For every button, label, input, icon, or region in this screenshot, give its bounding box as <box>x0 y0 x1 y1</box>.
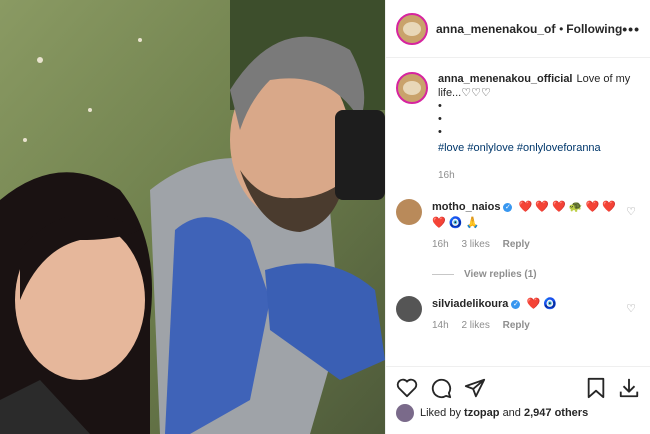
commenter-username[interactable]: silviadelikoura <box>432 298 508 310</box>
commenter-avatar[interactable] <box>396 296 422 322</box>
caption-dots: • • • <box>438 100 640 139</box>
reply-button[interactable]: Reply <box>503 320 530 331</box>
commenter-username[interactable]: motho_naios <box>432 201 500 213</box>
likes-summary[interactable]: Liked by tzopap and 2,947 others <box>396 404 588 422</box>
action-bar <box>386 366 650 399</box>
liker-username[interactable]: tzopap <box>464 407 499 419</box>
likes-middle: and <box>502 407 521 419</box>
post-header: anna_menenakou_offic • Following ••• <box>386 0 650 58</box>
post-photo[interactable] <box>0 0 385 434</box>
commenter-avatar[interactable] <box>396 199 422 225</box>
caption-hashtags[interactable]: #love #onlylove #onlyloveforanna <box>438 141 640 155</box>
comment-time[interactable]: 14h <box>432 320 449 331</box>
share-icon[interactable] <box>464 377 486 399</box>
verified-badge-icon: ✓ <box>511 299 521 309</box>
liker-avatar[interactable] <box>396 404 414 422</box>
verified-badge-icon: ✓ <box>503 202 513 212</box>
caption-username[interactable]: anna_menenakou_official <box>438 73 573 85</box>
caption-dot: • <box>438 100 442 112</box>
caption-time[interactable]: 16h <box>438 169 640 183</box>
comment-item: silviadelikoura ✓ ❤️ 🧿 14h 2 likes Reply … <box>396 296 640 334</box>
comment-text: ❤️ 🧿 <box>526 298 557 310</box>
comment-body: silviadelikoura ✓ ❤️ 🧿 14h 2 likes Reply <box>432 296 581 334</box>
reply-button[interactable]: Reply <box>503 239 530 250</box>
comment-icon[interactable] <box>430 377 452 399</box>
caption-dot: • <box>438 126 442 138</box>
comment-meta: 14h 2 likes Reply <box>432 318 557 334</box>
post-sidebar: anna_menenakou_offic • Following ••• ann… <box>385 0 650 434</box>
more-options-icon[interactable]: ••• <box>622 21 640 37</box>
heart-icon[interactable] <box>396 378 418 398</box>
comment-time[interactable]: 16h <box>432 239 449 250</box>
instagram-post: anna_menenakou_offic • Following ••• ann… <box>0 0 650 434</box>
comments-section: anna_menenakou_official Love of my life..… <box>386 58 650 334</box>
comment-likes[interactable]: 3 likes <box>461 239 489 250</box>
post-image <box>0 0 385 434</box>
likes-prefix: Liked by <box>420 407 461 419</box>
following-button[interactable]: Following <box>566 22 622 36</box>
bookmark-icon[interactable] <box>586 377 606 399</box>
view-replies-button[interactable]: View replies (1) <box>432 269 640 280</box>
comment-item: motho_naios ✓ ❤️ ❤️ ❤️ 🐢 ❤️ ❤️ ❤️ 🧿 🙏 16h… <box>396 199 640 253</box>
caption-avatar[interactable] <box>396 72 428 104</box>
comment-like-heart-icon[interactable]: ♡ <box>626 302 636 315</box>
author-username[interactable]: anna_menenakou_offic <box>436 22 556 36</box>
comment-like-heart-icon[interactable]: ♡ <box>626 205 636 218</box>
comment-meta: 16h 3 likes Reply <box>432 237 616 253</box>
download-icon[interactable] <box>618 377 640 399</box>
caption: anna_menenakou_official Love of my life..… <box>396 58 640 183</box>
header-separator: • <box>559 21 564 36</box>
author-avatar[interactable] <box>396 12 428 45</box>
likes-count[interactable]: 2,947 others <box>524 407 588 419</box>
comment-likes[interactable]: 2 likes <box>461 320 489 331</box>
caption-body: anna_menenakou_official Love of my life..… <box>438 72 640 183</box>
comment-body: motho_naios ✓ ❤️ ❤️ ❤️ 🐢 ❤️ ❤️ ❤️ 🧿 🙏 16h… <box>432 199 640 253</box>
caption-dot: • <box>438 113 442 125</box>
